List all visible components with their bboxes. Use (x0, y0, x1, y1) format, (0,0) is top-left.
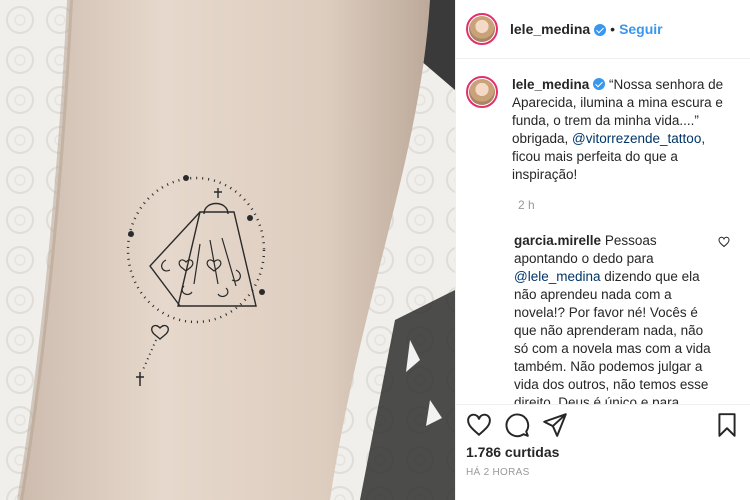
heart-outline-icon[interactable] (466, 412, 492, 438)
post-header: lele_medina • Seguir (456, 0, 750, 59)
comment-item: garcia.mirelle Pessoas apontando o dedo … (466, 232, 738, 404)
verified-badge-icon (593, 78, 606, 90)
comment-body-end: dizendo que ela não aprendeu nada com a … (514, 269, 711, 404)
author-avatar[interactable] (466, 13, 498, 45)
caption-text: lele_medina “Nossa senhora de Aparecida,… (512, 76, 737, 184)
comment-username[interactable]: garcia.mirelle (514, 233, 601, 248)
comment-like-icon[interactable] (718, 236, 730, 248)
post-actions-bar (456, 404, 750, 444)
verified-badge-icon (594, 24, 607, 36)
post-photo[interactable] (0, 0, 455, 500)
post-timestamp[interactable]: HÁ 2 HORAS (466, 467, 530, 478)
tattoo-arm-photo (0, 0, 455, 500)
follow-button[interactable]: Seguir (619, 21, 663, 37)
caption-avatar[interactable] (466, 76, 498, 108)
caption: lele_medina “Nossa senhora de Aparecida,… (466, 76, 738, 184)
bookmark-icon[interactable] (714, 412, 740, 438)
caption-timestamp[interactable]: 2 h (518, 198, 738, 212)
likes-count[interactable]: 1.786 curtidas (466, 444, 559, 460)
comment-bubble-icon[interactable] (504, 412, 530, 438)
author-username[interactable]: lele_medina (510, 21, 590, 37)
comment-mention-link[interactable]: @lele_medina (514, 269, 601, 284)
comments-list[interactable]: lele_medina “Nossa senhora de Aparecida,… (456, 60, 750, 404)
comment-text: garcia.mirelle Pessoas apontando o dedo … (514, 232, 714, 404)
paper-plane-icon[interactable] (542, 412, 568, 438)
instagram-post: lele_medina • Seguir lele_medina “Nossa … (0, 0, 750, 500)
caption-username[interactable]: lele_medina (512, 77, 589, 92)
header-separator: • (610, 21, 616, 37)
post-side-panel: lele_medina • Seguir lele_medina “Nossa … (455, 0, 750, 500)
caption-mention-link[interactable]: @vitorrezende_tattoo (572, 131, 701, 146)
